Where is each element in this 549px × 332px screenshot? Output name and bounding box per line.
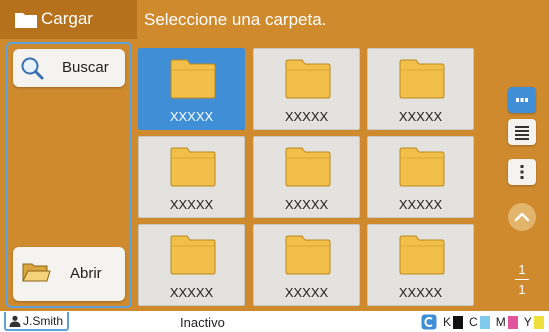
- folder-grid: XXXXX XXXXX XXXXX XXXXX XXXXX XXXXX XXXX…: [138, 48, 474, 308]
- ink-y-level: [533, 315, 544, 329]
- folder-name: XXXXX: [284, 109, 329, 124]
- list-view-icon: [515, 126, 529, 140]
- folder-name: XXXXX: [284, 285, 329, 300]
- back-tab[interactable]: Cargar: [0, 0, 137, 39]
- folder-icon: [399, 147, 445, 187]
- current-page: 1: [518, 262, 526, 277]
- ink-levels: K C M Y: [421, 314, 549, 330]
- thumbnail-view-button[interactable]: [508, 87, 536, 113]
- folder-name: XXXXX: [169, 109, 214, 124]
- folder-name: XXXXX: [169, 285, 214, 300]
- more-options-icon: [520, 165, 524, 179]
- folder-tile[interactable]: XXXXX: [138, 224, 245, 306]
- folder-icon: [170, 235, 216, 275]
- open-button-label: Abrir: [70, 265, 102, 282]
- status-bar: J.Smith Inactivo K C M Y: [0, 311, 549, 332]
- main-area: Buscar Abrir XXXXX XXXXX XXXXX XXXXX XXX…: [0, 39, 549, 332]
- folder-icon: [285, 235, 331, 275]
- folder-icon: [285, 147, 331, 187]
- total-pages: 1: [518, 282, 526, 297]
- folder-icon: [399, 59, 445, 99]
- folder-icon: [285, 59, 331, 99]
- more-options-button[interactable]: [508, 159, 536, 185]
- ink-k-label: K: [443, 315, 452, 329]
- folder-tile[interactable]: XXXXX: [367, 48, 474, 130]
- open-button[interactable]: Abrir: [13, 247, 125, 301]
- magnifier-icon: [21, 57, 44, 80]
- side-panel: Buscar Abrir: [6, 42, 132, 308]
- user-name: J.Smith: [23, 314, 64, 328]
- folder-icon: [15, 13, 37, 28]
- cartridge-icon: [421, 314, 437, 330]
- folder-tile[interactable]: XXXXX: [367, 136, 474, 218]
- folder-icon: [170, 147, 216, 187]
- folder-icon: [170, 59, 216, 99]
- ink-m-level: [507, 315, 518, 329]
- open-folder-icon: [22, 263, 51, 282]
- ink-k-level: [453, 315, 464, 329]
- folder-name: XXXXX: [398, 197, 443, 212]
- scroll-up-button[interactable]: [508, 203, 536, 231]
- page-divider: [515, 279, 529, 280]
- folder-tile[interactable]: XXXXX: [253, 48, 360, 130]
- folder-tile[interactable]: XXXXX: [138, 48, 245, 130]
- folder-name: XXXXX: [169, 197, 214, 212]
- machine-status: Inactivo: [180, 315, 225, 330]
- user-icon: [9, 315, 21, 327]
- folder-tile[interactable]: XXXXX: [253, 136, 360, 218]
- folder-name: XXXXX: [284, 197, 329, 212]
- user-login[interactable]: J.Smith: [4, 312, 69, 331]
- folder-tile[interactable]: XXXXX: [367, 224, 474, 306]
- ink-m-label: M: [495, 315, 506, 329]
- search-button[interactable]: Buscar: [13, 49, 125, 87]
- header-bar: Cargar Seleccione una carpeta.: [0, 0, 549, 39]
- ink-y-label: Y: [523, 315, 532, 329]
- instruction-message: Seleccione una carpeta.: [144, 10, 327, 29]
- search-button-label: Buscar: [62, 59, 109, 76]
- list-view-button[interactable]: [508, 119, 536, 145]
- folder-name: XXXXX: [398, 285, 443, 300]
- folder-tile[interactable]: XXXXX: [138, 136, 245, 218]
- folder-tile[interactable]: XXXXX: [253, 224, 360, 306]
- folder-icon: [399, 235, 445, 275]
- back-tab-label: Cargar: [41, 9, 93, 28]
- folder-name: XXXXX: [398, 109, 443, 124]
- thumbnail-view-icon: [516, 98, 528, 102]
- scroll-up-icon: [514, 212, 530, 222]
- ink-c-level: [479, 315, 490, 329]
- ink-c-label: C: [469, 315, 478, 329]
